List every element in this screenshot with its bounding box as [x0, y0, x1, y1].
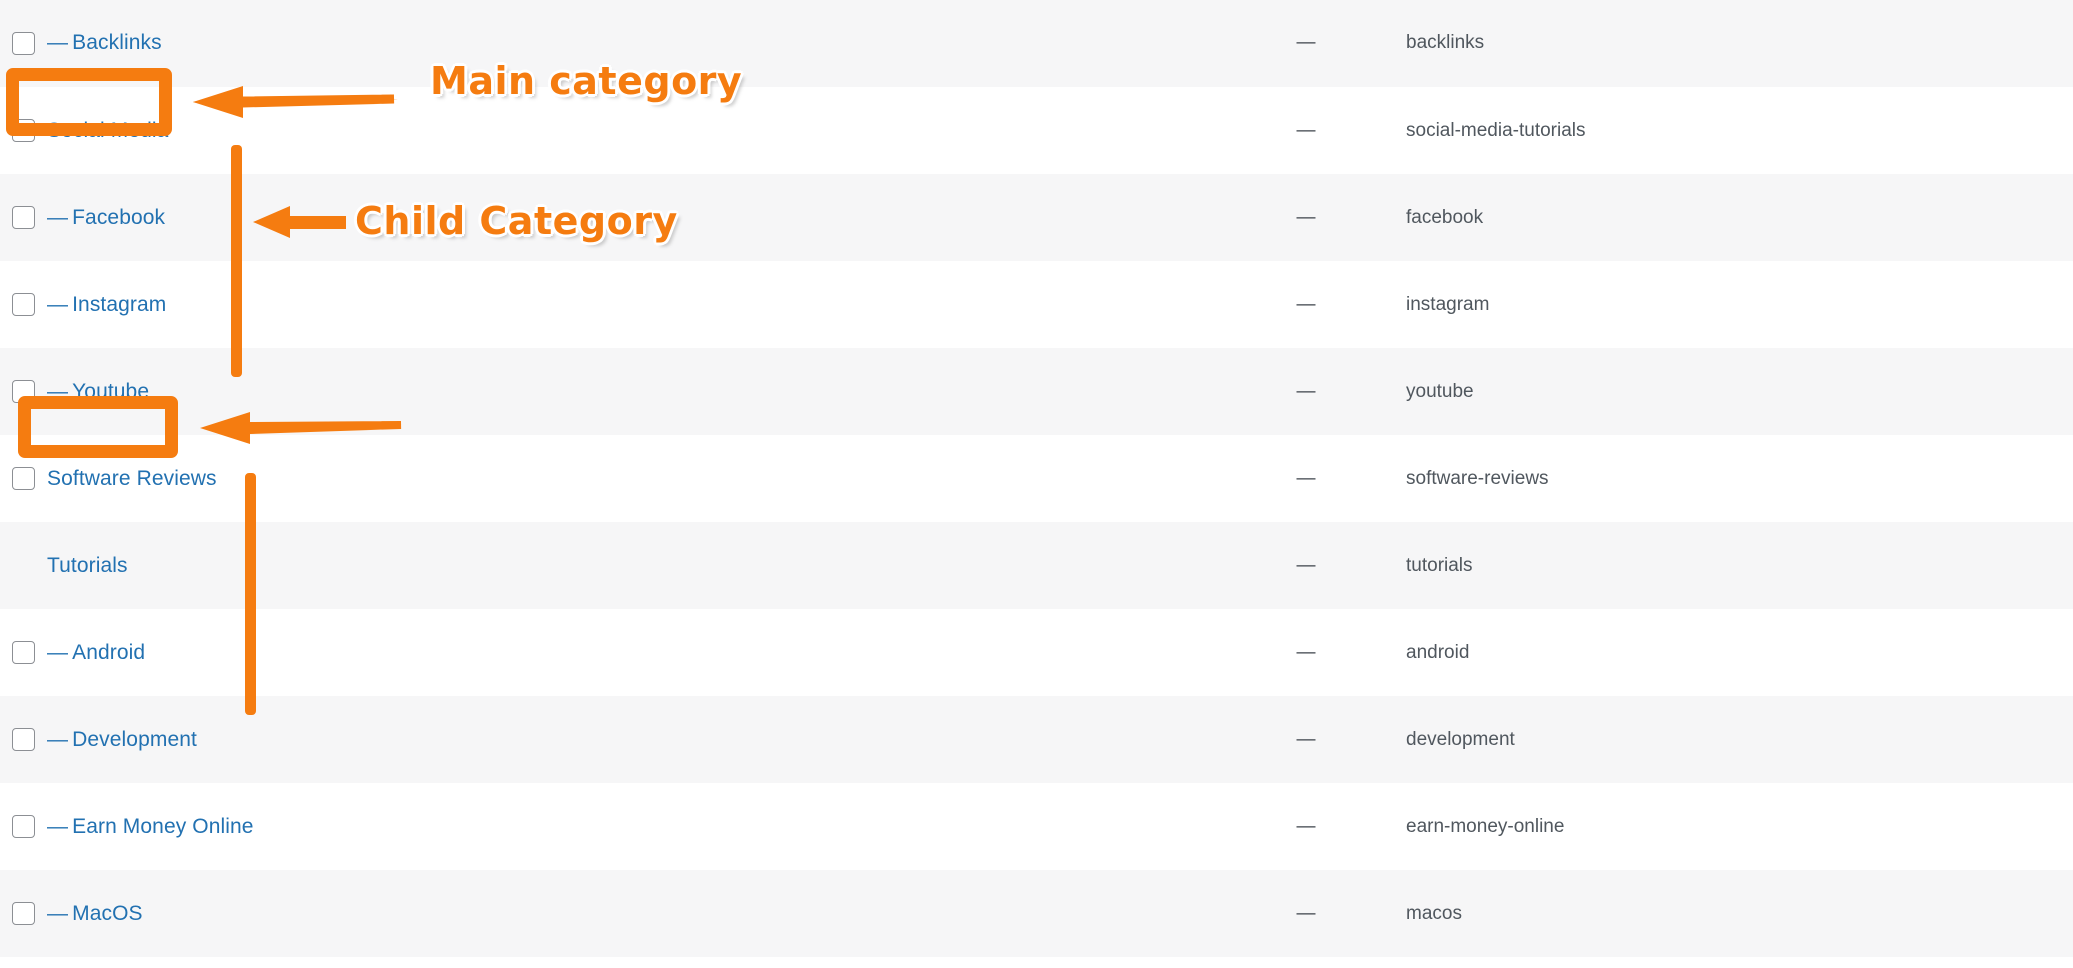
checkbox-cell — [0, 522, 47, 609]
checkbox-cell — [0, 870, 47, 957]
category-name-cell: Tutorials — [47, 522, 1206, 609]
category-slug-cell: software-reviews — [1406, 467, 1549, 489]
row-select-checkbox[interactable] — [12, 293, 35, 316]
category-name-cell: Social Media — [47, 87, 1206, 174]
checkbox-cell — [0, 696, 47, 783]
category-name-link[interactable]: Youtube — [72, 380, 149, 403]
screenshot-root: — Backlinks — backlinks Social Media — social-… — [0, 0, 2073, 968]
category-description-cell: — — [1296, 815, 1316, 837]
table-row[interactable]: — Facebook — facebook — [0, 174, 2073, 261]
row-select-checkbox[interactable] — [12, 728, 35, 751]
checkbox-cell — [0, 87, 47, 174]
table-row[interactable]: Tutorials — tutorials — [0, 522, 2073, 609]
table-row[interactable]: — Youtube — youtube — [0, 348, 2073, 435]
checkbox-cell — [0, 348, 47, 435]
category-description-cell: — — [1296, 728, 1316, 750]
category-description-cell: — — [1296, 467, 1316, 489]
category-name-link[interactable]: Android — [72, 641, 145, 664]
category-name-link[interactable]: Development — [72, 728, 197, 751]
child-indent-dash: — — [47, 901, 69, 925]
table-row[interactable]: Software Reviews — software-reviews — [0, 435, 2073, 522]
category-name-link[interactable]: Social Media — [47, 119, 168, 142]
categories-table-body: — Backlinks — backlinks Social Media — social-… — [0, 0, 2073, 957]
category-name-cell: — Facebook — [47, 174, 1206, 261]
category-slug-cell: android — [1406, 641, 1470, 663]
category-slug-cell: development — [1406, 728, 1515, 750]
category-name-cell: — MacOS — [47, 870, 1206, 957]
row-select-checkbox[interactable] — [12, 902, 35, 925]
category-slug-cell: backlinks — [1406, 32, 1485, 54]
row-select-checkbox[interactable] — [12, 815, 35, 838]
category-description-cell: — — [1296, 32, 1316, 54]
category-name-cell: — Youtube — [47, 348, 1206, 435]
checkbox-cell — [0, 261, 47, 348]
category-slug-cell: instagram — [1406, 293, 1490, 315]
child-indent-dash: — — [47, 640, 69, 664]
category-name-cell: — Development — [47, 696, 1206, 783]
category-slug-cell: tutorials — [1406, 554, 1473, 576]
child-indent-dash: — — [47, 31, 69, 55]
child-indent-dash: — — [47, 205, 69, 229]
category-name-link[interactable]: Earn Money Online — [72, 815, 253, 838]
category-name-cell: — Android — [47, 609, 1206, 696]
checkbox-cell — [0, 174, 47, 261]
row-select-checkbox[interactable] — [12, 380, 35, 403]
child-indent-dash: — — [47, 727, 69, 751]
category-name-link[interactable]: Backlinks — [72, 31, 162, 54]
checkbox-cell — [0, 435, 47, 522]
category-description-cell: — — [1296, 902, 1316, 924]
table-row[interactable]: — Android — android — [0, 609, 2073, 696]
row-select-checkbox[interactable] — [12, 641, 35, 664]
category-name-link[interactable]: MacOS — [72, 902, 143, 925]
child-indent-dash: — — [47, 379, 69, 403]
row-select-checkbox[interactable] — [12, 119, 35, 142]
category-name-cell: — Instagram — [47, 261, 1206, 348]
table-row[interactable]: — MacOS — macos — [0, 870, 2073, 957]
category-name-link[interactable]: Software Reviews — [47, 467, 217, 490]
table-row[interactable]: — Earn Money Online — earn-money-online — [0, 783, 2073, 870]
category-name-cell: — Backlinks — [47, 0, 1206, 87]
table-row[interactable]: — Instagram — instagram — [0, 261, 2073, 348]
row-select-checkbox[interactable] — [12, 467, 35, 490]
category-description-cell: — — [1296, 641, 1316, 663]
category-description-cell: — — [1296, 206, 1316, 228]
table-row[interactable]: — Backlinks — backlinks — [0, 0, 2073, 87]
child-indent-dash: — — [47, 814, 69, 838]
category-name-cell: Software Reviews — [47, 435, 1206, 522]
category-name-link[interactable]: Tutorials — [47, 554, 128, 577]
child-indent-dash: — — [47, 292, 69, 316]
category-description-cell: — — [1296, 119, 1316, 141]
category-slug-cell: macos — [1406, 902, 1462, 924]
category-name-cell: — Earn Money Online — [47, 783, 1206, 870]
category-description-cell: — — [1296, 554, 1316, 576]
category-description-cell: — — [1296, 293, 1316, 315]
row-select-checkbox[interactable] — [12, 206, 35, 229]
category-name-link[interactable]: Facebook — [72, 206, 165, 229]
category-slug-cell: youtube — [1406, 380, 1474, 402]
category-slug-cell: social-media-tutorials — [1406, 119, 1586, 141]
category-name-link[interactable]: Instagram — [72, 293, 166, 316]
categories-table: — Backlinks — backlinks Social Media — social-… — [0, 0, 2073, 958]
checkbox-cell — [0, 783, 47, 870]
category-description-cell: — — [1296, 380, 1316, 402]
category-slug-cell: facebook — [1406, 206, 1484, 228]
checkbox-cell — [0, 0, 47, 87]
table-row[interactable]: Social Media — social-media-tutorials — [0, 87, 2073, 174]
checkbox-cell — [0, 609, 47, 696]
category-slug-cell: earn-money-online — [1406, 815, 1565, 837]
table-row[interactable]: — Development — development — [0, 696, 2073, 783]
row-select-checkbox[interactable] — [12, 31, 35, 55]
